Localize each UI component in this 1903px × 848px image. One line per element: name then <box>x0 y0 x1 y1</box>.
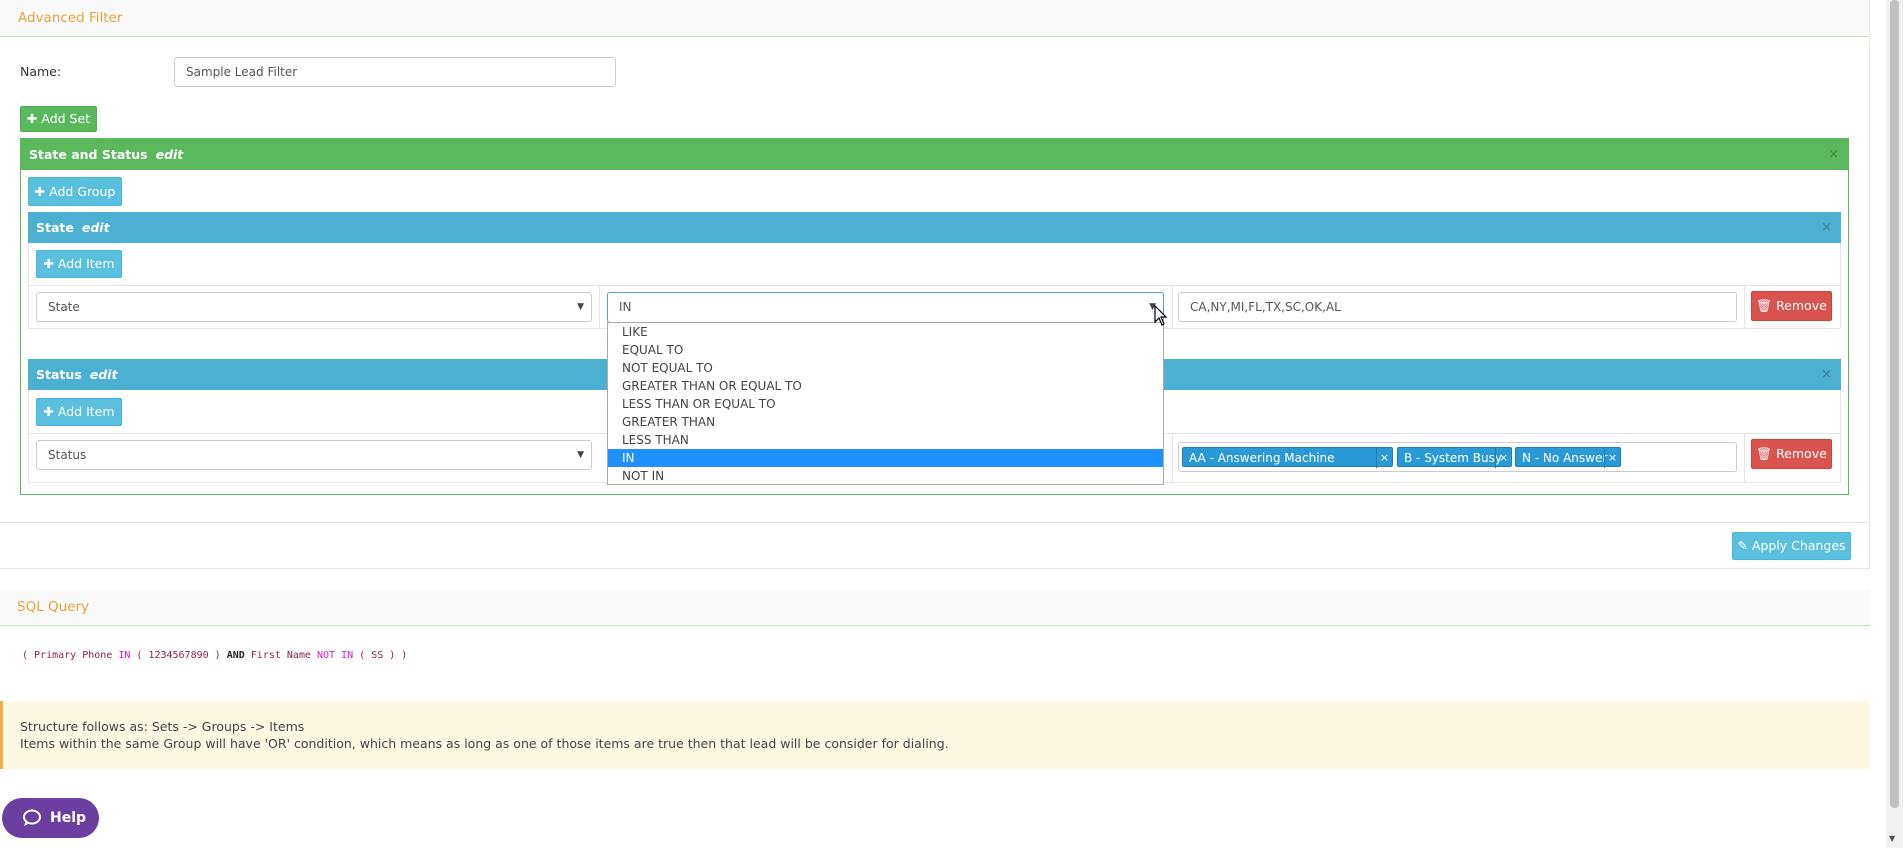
scroll-down-arrow-icon[interactable]: ▼ <box>1889 834 1895 843</box>
field-select-status[interactable]: Status ▼ <box>36 440 592 470</box>
sql-part: ( SS ) ) <box>353 650 408 661</box>
field-select-value: Status <box>48 448 87 462</box>
plus-icon: ✚ <box>26 111 38 126</box>
sql-keyword: AND <box>226 650 245 661</box>
advanced-filter-header: Advanced Filter <box>0 0 1870 37</box>
column-divider <box>599 286 600 328</box>
column-divider <box>1172 434 1173 482</box>
remove-label: Remove <box>1776 446 1827 461</box>
chat-icon <box>23 809 41 826</box>
add-item-label[interactable]: Add Item <box>58 256 115 271</box>
add-item-button[interactable]: ✚ Add Item <box>36 250 122 278</box>
dropdown-option-not-equal-to[interactable]: NOT EQUAL TO <box>608 359 1163 377</box>
operator-dropdown-list: LIKE EQUAL TO NOT EQUAL TO GREATER THAN … <box>607 322 1164 485</box>
operator-select-value: IN <box>619 300 632 314</box>
sql-part: ( Primary Phone <box>22 650 119 661</box>
plus-icon: ✚ <box>34 184 46 199</box>
dropdown-option-lte[interactable]: LESS THAN OR EQUAL TO <box>608 395 1163 413</box>
status-tag: AA - Answering Machine Detected × <box>1182 447 1393 485</box>
plus-icon: ✚ <box>43 404 54 419</box>
remove-button[interactable]: 🗑 Remove <box>1751 291 1832 321</box>
status-tag: B - System Busy × <box>1397 447 1512 468</box>
group-header-state: State edit × <box>28 212 1841 243</box>
add-set-button[interactable]: ✚ Add Set <box>20 106 97 132</box>
column-divider <box>1744 434 1745 482</box>
name-label: Name: <box>20 64 62 79</box>
panel-bottom-border <box>0 568 1870 569</box>
filter-name-input[interactable]: Sample Lead Filter <box>174 57 616 87</box>
add-group-button[interactable]: ✚ Add Group <box>28 177 122 206</box>
dropdown-option-greater-than[interactable]: GREATER THAN <box>608 413 1163 431</box>
field-select-value: State <box>48 300 80 314</box>
remove-button[interactable]: 🗑 Remove <box>1751 439 1832 469</box>
chevron-down-icon: ▼ <box>577 450 584 460</box>
set-header: State and Status edit × <box>21 139 1848 170</box>
structure-notice: Structure follows as: Sets -> Groups -> … <box>0 701 1870 769</box>
status-tag-label: B - System Busy <box>1404 451 1502 465</box>
group-title: Status <box>36 367 82 382</box>
help-label: Help <box>50 810 87 826</box>
remove-label: Remove <box>1776 298 1827 313</box>
field-select-state[interactable]: State ▼ <box>36 292 592 322</box>
group-close-icon[interactable]: × <box>1821 359 1832 390</box>
trash-icon: 🗑 <box>1756 298 1773 313</box>
operator-select-state[interactable]: IN ▼ <box>607 292 1164 323</box>
trash-icon: 🗑 <box>1756 446 1773 461</box>
add-item-button[interactable]: ✚ Add Item <box>36 398 122 426</box>
sql-query-text: ( Primary Phone IN ( 1234567890 ) AND Fi… <box>22 650 407 661</box>
sql-part: ( 1234567890 ) <box>130 650 227 661</box>
add-group-label: Add Group <box>49 184 116 199</box>
add-set-label: Add Set <box>41 111 91 126</box>
apply-changes-button[interactable]: ✎ Apply Changes <box>1732 532 1851 560</box>
sql-query-title: SQL Query <box>17 599 90 615</box>
dropdown-option-gte[interactable]: GREATER THAN OR EQUAL TO <box>608 377 1163 395</box>
value-input-state[interactable]: CA,NY,MI,FL,TX,SC,OK,AL <box>1178 292 1737 322</box>
tag-remove-icon[interactable]: × <box>1376 448 1392 468</box>
dropdown-option-equal-to[interactable]: EQUAL TO <box>608 341 1163 359</box>
status-tag: N - No Answer × <box>1515 447 1621 468</box>
group-edit-link[interactable]: edit <box>82 220 110 235</box>
plus-icon: ✚ <box>43 256 54 271</box>
advanced-filter-title: Advanced Filter <box>18 10 123 26</box>
status-tag-label: N - No Answer <box>1522 451 1608 465</box>
notice-line: Items within the same Group will have 'O… <box>20 736 949 751</box>
dropdown-option-less-than[interactable]: LESS THAN <box>608 431 1163 449</box>
set-edit-link[interactable]: edit <box>156 147 184 162</box>
set-title: State and Status <box>29 147 148 162</box>
dropdown-option-like[interactable]: LIKE <box>608 323 1163 341</box>
dropdown-option-in[interactable]: IN <box>608 449 1163 467</box>
mouse-cursor-icon <box>1154 305 1168 326</box>
column-divider <box>1172 286 1173 328</box>
item-row-divider <box>29 285 1840 286</box>
apply-changes-label: Apply Changes <box>1751 538 1846 553</box>
add-item-label: Add Item <box>57 404 115 419</box>
scrollbar-thumb[interactable] <box>1890 0 1899 808</box>
panel-footer-divider <box>0 522 1870 523</box>
tag-remove-icon[interactable]: × <box>1604 448 1620 468</box>
column-divider <box>1744 286 1745 328</box>
dropdown-option-not-in[interactable]: NOT IN <box>608 467 1163 485</box>
panel-right-border <box>1869 0 1870 568</box>
group-title: State <box>36 220 74 235</box>
help-button[interactable]: Help <box>2 798 99 838</box>
tag-remove-icon[interactable]: × <box>1495 448 1511 468</box>
chevron-down-icon: ▼ <box>577 302 584 312</box>
set-close-icon[interactable]: × <box>1828 139 1839 170</box>
edit-icon: ✎ <box>1737 538 1748 553</box>
sql-query-header: SQL Query <box>0 589 1870 626</box>
sql-keyword: NOT IN <box>317 650 354 661</box>
notice-line: Structure follows as: Sets -> Groups -> … <box>20 719 305 734</box>
sql-part: First Name <box>244 650 318 661</box>
group-edit-link[interactable]: edit <box>90 367 118 382</box>
sql-keyword: IN <box>118 650 131 661</box>
group-close-icon[interactable]: × <box>1821 212 1832 243</box>
